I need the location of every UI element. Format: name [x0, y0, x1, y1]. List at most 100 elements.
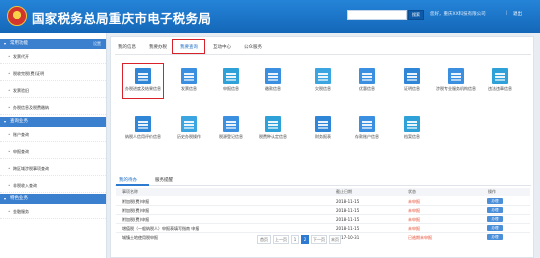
certificate-icon: [404, 68, 420, 84]
pager-last[interactable]: 末页: [329, 235, 341, 244]
search-button[interactable]: 搜索: [408, 10, 424, 20]
section-title: 特色业务: [10, 196, 28, 201]
sidebar-item[interactable]: • 办税信息及税费缴纳: [0, 101, 106, 115]
tab-public-service[interactable]: 公众服务: [244, 44, 262, 50]
declaration-icon: [223, 68, 239, 84]
column-header: 事项名称: [122, 189, 138, 194]
sidebar-item-label: 税收完税(费)证明: [13, 71, 45, 76]
handle-button[interactable]: 办理: [487, 225, 503, 231]
pager-prev[interactable]: 上一页: [273, 235, 289, 244]
account-icon: [359, 116, 375, 132]
table-header: 事项名称 截止日期 状态 操作: [116, 188, 530, 196]
func-payment[interactable]: 缴款信息: [246, 65, 300, 103]
row-date: 2018-11-15: [336, 217, 360, 222]
pager-next[interactable]: 下一页: [311, 235, 327, 244]
pager-page-2[interactable]: 2: [301, 235, 309, 244]
sidebar-section-query[interactable]: ▾ 查询业务: [0, 117, 106, 127]
bullet-icon: •: [8, 209, 11, 214]
bullet-icon: •: [8, 149, 11, 154]
handle-button[interactable]: 办理: [487, 234, 503, 240]
func-label: 违法违章信息: [488, 86, 512, 91]
handle-button[interactable]: 办理: [487, 198, 503, 204]
section-title: 查询业务: [10, 119, 28, 124]
chevron-down-icon: ▾: [4, 119, 7, 124]
sidebar-item[interactable]: • 申报查询: [0, 145, 106, 159]
column-header: 状态: [408, 189, 416, 194]
sidebar-item-label: 发票代开: [13, 54, 29, 59]
user-greeting: 您好，重庆XX科技有限公司: [430, 12, 486, 17]
row-name: 附加税(费)申报: [122, 217, 150, 222]
row-date: 2018-11-15: [336, 226, 360, 231]
main-panel: 我的信息 我要办税 我要查询 互动中心 公众服务 办税进度及结果信息 发票信息 …: [110, 36, 534, 258]
violation-icon: [492, 68, 508, 84]
row-status: 未申报: [408, 226, 420, 231]
section-title: 常用功能: [10, 41, 28, 46]
sidebar-item-label: 账户查询: [13, 132, 29, 137]
payment-icon: [265, 68, 281, 84]
func-archive[interactable]: 档案信息: [385, 113, 439, 151]
table-row: 附加税(费)申报 2018-11-15 未申报 办理: [116, 197, 530, 206]
arrears-icon: [315, 68, 331, 84]
section-settings-link[interactable]: 设置: [93, 39, 101, 49]
chevron-down-icon: ▾: [4, 41, 7, 46]
row-date: 2018-11-15: [336, 208, 360, 213]
chevron-down-icon: ▾: [4, 196, 7, 201]
sidebar-section-common[interactable]: ▾ 常用功能 设置: [0, 39, 106, 49]
sidebar-item[interactable]: • 发票代开: [0, 50, 106, 64]
site-title: 国家税务总局重庆市电子税务局: [32, 11, 212, 26]
func-label: 税费种认定信息: [259, 134, 287, 139]
row-status: 未申报: [408, 208, 420, 213]
pager-first[interactable]: 首页: [257, 235, 271, 244]
sidebar-item-label: 发票验旧: [13, 88, 29, 93]
sidebar-item[interactable]: • 发票验旧: [0, 84, 106, 98]
pager-page-1[interactable]: 1: [291, 235, 299, 244]
header-separator: |: [506, 11, 508, 16]
sidebar-item[interactable]: • 税收完税(费)证明: [0, 67, 106, 81]
row-status: 已逾期未申报: [408, 235, 432, 240]
func-tax-type[interactable]: 税费种认定信息: [246, 113, 300, 151]
tab-my-todo[interactable]: 我的待办: [119, 177, 137, 183]
bullet-icon: •: [8, 71, 11, 76]
active-tab-highlight: [172, 39, 205, 54]
logout-link[interactable]: 退出: [513, 11, 522, 17]
sidebar-item-label: 跨区域涉税事项查询: [13, 166, 49, 171]
func-violation[interactable]: 违法违章信息: [473, 65, 527, 103]
table-row: 增值税（一般纳税人）申报表填写指南 申报 2018-11-15 未申报 办理: [116, 224, 530, 233]
row-name: 附加税(费)申报: [122, 208, 150, 213]
row-name: 附加税(费)申报: [122, 199, 150, 204]
sidebar-section-special[interactable]: ▾ 特色业务: [0, 194, 106, 204]
agency-icon: [448, 68, 464, 84]
report-icon: [315, 116, 331, 132]
tab-service-reminder[interactable]: 服务提醒: [155, 177, 173, 183]
sidebar-item[interactable]: • 金融服务: [0, 205, 106, 219]
func-label: 档案信息: [404, 134, 420, 139]
preference-icon: [359, 68, 375, 84]
active-list-tab-underline: [116, 184, 149, 186]
sidebar-item-label: 申报查询: [13, 149, 29, 154]
handle-button[interactable]: 办理: [487, 207, 503, 213]
sidebar-item[interactable]: • 账户查询: [0, 128, 106, 142]
archive-icon: [404, 116, 420, 132]
row-date: 2018-11-15: [336, 199, 360, 204]
invoice-icon: [181, 68, 197, 84]
sidebar: ▾ 常用功能 设置 • 发票代开 • 税收完税(费)证明 • 发票验旧 • 办税信息及税…: [0, 33, 107, 258]
tab-tax-handling[interactable]: 我要办税: [149, 44, 167, 50]
national-emblem-icon: [7, 6, 27, 26]
bullet-icon: •: [8, 105, 11, 110]
list-divider: [115, 185, 531, 186]
search-input[interactable]: [347, 10, 407, 20]
sidebar-item-label: 办税信息及税费缴纳: [13, 105, 49, 110]
row-name: 增值税（一般纳税人）申报表填写指南 申报: [122, 226, 200, 231]
history-icon: [181, 116, 197, 132]
bullet-icon: •: [8, 88, 11, 93]
bullet-icon: •: [8, 132, 11, 137]
row-status: 未申报: [408, 217, 420, 222]
handle-button[interactable]: 办理: [487, 216, 503, 222]
bullet-icon: •: [8, 54, 11, 59]
sidebar-item[interactable]: • 非税收入查询: [0, 179, 106, 193]
tab-interaction[interactable]: 互动中心: [213, 44, 231, 50]
table-row: 附加税(费)申报 2018-11-15 未申报 办理: [116, 206, 530, 215]
sidebar-item[interactable]: • 跨区域涉税事项查询: [0, 162, 106, 176]
table-row: 附加税(费)申报 2018-11-15 未申报 办理: [116, 215, 530, 224]
tab-my-info[interactable]: 我的信息: [118, 44, 136, 50]
